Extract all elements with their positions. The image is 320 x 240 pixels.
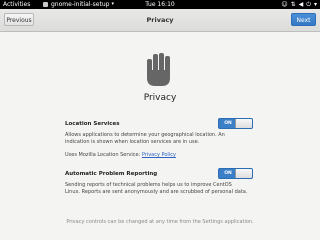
location-services-switch[interactable]: ON (218, 118, 253, 129)
switch-knob (235, 169, 252, 178)
privacy-policy-link[interactable]: Privacy Policy (142, 152, 176, 158)
clock[interactable]: Tue 16:10 (0, 0, 320, 9)
problem-reporting-description: Sending reports of technical problems he… (65, 182, 265, 196)
description-line: Sending reports of technical problems he… (65, 182, 232, 188)
location-service-provider: Uses Mozilla Location Service: Privacy P… (65, 152, 265, 159)
problem-reporting-switch[interactable]: ON (218, 168, 253, 179)
problem-reporting-label: Automatic Problem Reporting (65, 171, 158, 177)
power-icon: ⏻ (306, 1, 311, 8)
accessibility-icon: ☺ (281, 1, 288, 8)
footer-note: Privacy controls can be changed at any t… (66, 219, 254, 225)
switch-knob (235, 119, 252, 128)
volume-icon: ◀ (298, 1, 304, 8)
top-panel: Activities gnome-initial-setup ▾ Tue 16:… (0, 0, 320, 9)
location-services-description: Allows applications to determine your ge… (65, 132, 265, 146)
next-button[interactable]: Next (291, 13, 316, 26)
page-title: Privacy (143, 93, 177, 103)
description-line: indication is shown when location servic… (65, 139, 200, 145)
privacy-hand-icon (147, 53, 170, 86)
header-bar: Previous Privacy Next (0, 9, 320, 32)
description-line: Linux. Reports are sent anonymously and … (65, 189, 248, 195)
system-menu[interactable]: ☺ ⇅ ◀ ⏻ ▾ (281, 0, 317, 9)
header-title: Privacy (146, 16, 174, 24)
location-services-label: Location Services (65, 121, 120, 127)
chevron-down-icon: ▾ (313, 1, 317, 8)
network-icon: ⇅ (290, 1, 296, 8)
location-provider-text: Uses Mozilla Location Service: (65, 152, 142, 158)
description-line: Allows applications to determine your ge… (65, 132, 225, 138)
